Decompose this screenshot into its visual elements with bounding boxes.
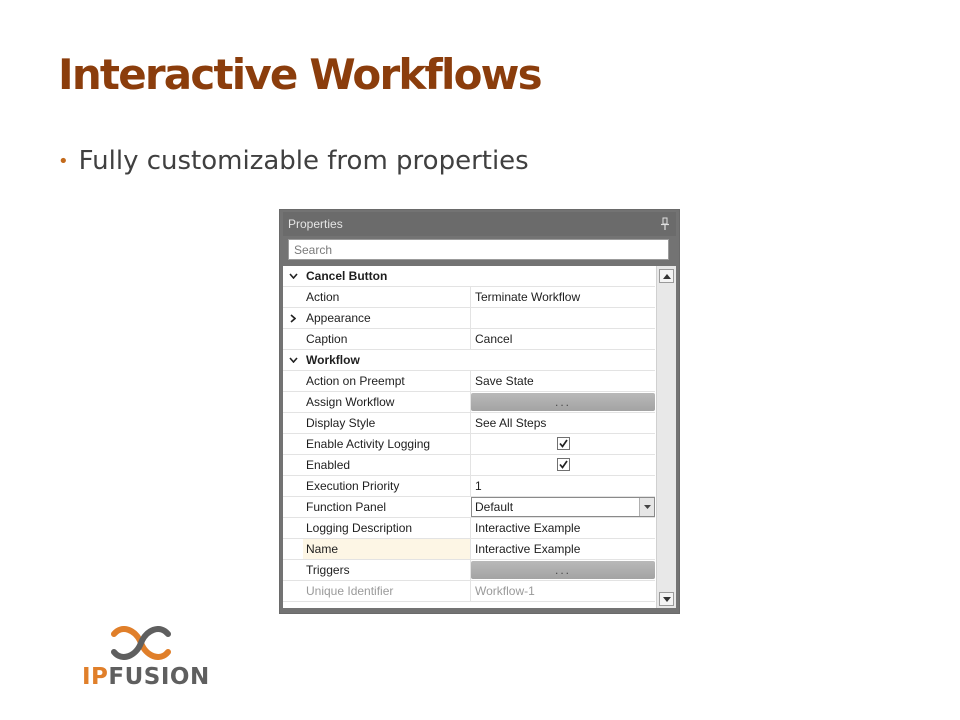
checkmark-icon — [559, 460, 568, 469]
search-input[interactable] — [288, 239, 669, 260]
chevron-down-icon[interactable] — [288, 273, 298, 279]
property-name: Triggers — [306, 563, 350, 577]
ipfusion-logo-mark — [111, 626, 171, 660]
row-indent — [283, 434, 303, 454]
panel-header: Properties — [283, 212, 676, 236]
row-indent — [283, 371, 303, 391]
value-cell[interactable]: Cancel — [470, 329, 655, 349]
pin-icon[interactable] — [660, 217, 670, 231]
property-name: Display Style — [306, 416, 376, 430]
row-indent — [283, 413, 303, 433]
property-row-action-on-preempt[interactable]: Action on Preempt Save State — [283, 371, 655, 392]
value-cell[interactable]: Interactive Example — [470, 539, 655, 559]
category-expander[interactable] — [283, 350, 303, 370]
property-grid: Cancel Button Action Terminate Workflow App… — [283, 266, 676, 608]
scroll-down-icon[interactable] — [659, 592, 674, 606]
checkbox[interactable] — [557, 458, 570, 471]
checkmark-icon — [559, 439, 568, 448]
logo-text-fusion: FUSION — [108, 664, 210, 690]
property-row-appearance[interactable]: Appearance — [283, 308, 655, 329]
property-name: Appearance — [306, 311, 371, 325]
property-name: Name — [303, 539, 470, 559]
panel-title: Properties — [288, 217, 343, 231]
bullet-text: Fully customizable from properties — [78, 146, 529, 176]
bullet-dot-icon: • — [58, 150, 69, 172]
category-expander[interactable] — [283, 266, 303, 286]
property-row-unique-identifier[interactable]: Unique Identifier Workflow-1 — [283, 581, 655, 602]
category-label: Workflow — [306, 353, 360, 367]
ellipsis-button[interactable]: ... — [471, 561, 655, 579]
property-row-function-panel[interactable]: Function Panel Default — [283, 497, 655, 518]
row-indent — [283, 497, 303, 517]
category-cancel-button[interactable]: Cancel Button — [283, 266, 655, 287]
property-row-caption[interactable]: Caption Cancel — [283, 329, 655, 350]
property-name: Function Panel — [306, 500, 387, 514]
row-indent — [283, 476, 303, 496]
row-indent — [283, 287, 303, 307]
category-workflow[interactable]: Workflow — [283, 350, 655, 371]
property-name: Unique Identifier — [306, 584, 394, 598]
dropdown-arrow-icon[interactable] — [639, 498, 654, 516]
property-row-logging-description[interactable]: Logging Description Interactive Example — [283, 518, 655, 539]
value-cell[interactable]: Terminate Workflow — [470, 287, 655, 307]
logo-text: IPFUSION — [82, 664, 210, 690]
value-cell[interactable]: Workflow-1 — [470, 581, 655, 601]
property-row-action[interactable]: Action Terminate Workflow — [283, 287, 655, 308]
value-cell[interactable]: 1 — [470, 476, 655, 496]
value-cell[interactable] — [470, 308, 655, 328]
ellipsis-button[interactable]: ... — [471, 393, 655, 411]
function-panel-dropdown[interactable]: Default — [471, 497, 655, 517]
property-name: Enabled — [306, 458, 351, 472]
property-name: Action on Preempt — [306, 374, 405, 388]
property-name: Enable Activity Logging — [306, 437, 431, 451]
property-row-assign-workflow[interactable]: Assign Workflow... — [283, 392, 655, 413]
property-name: Logging Description — [306, 521, 413, 535]
property-row-execution-priority[interactable]: Execution Priority 1 — [283, 476, 655, 497]
row-indent — [283, 581, 303, 601]
row-indent — [283, 392, 303, 412]
slide-title: Interactive Workflows — [58, 50, 543, 99]
bullet-item: • Fully customizable from properties — [58, 146, 529, 176]
property-name: Execution Priority — [306, 479, 400, 493]
checkbox[interactable] — [557, 437, 570, 450]
row-indent — [283, 518, 303, 538]
scroll-up-icon[interactable] — [659, 269, 674, 283]
value-cell[interactable]: See All Steps — [470, 413, 655, 433]
row-indent — [283, 560, 303, 580]
value-cell[interactable]: Save State — [470, 371, 655, 391]
category-label: Cancel Button — [306, 269, 388, 283]
property-row-enable-activity-logging[interactable]: Enable Activity Logging — [283, 434, 655, 455]
row-indent — [283, 539, 303, 559]
property-name: Action — [306, 290, 340, 304]
property-row-enabled[interactable]: Enabled — [283, 455, 655, 476]
property-name: Caption — [306, 332, 348, 346]
vertical-scrollbar[interactable] — [656, 266, 676, 608]
chevron-down-icon[interactable] — [288, 357, 298, 363]
property-row-triggers[interactable]: Triggers... — [283, 560, 655, 581]
logo-text-ip: IP — [82, 664, 109, 690]
properties-panel: Properties Cancel Button Action Terminate … — [279, 209, 680, 614]
value-cell[interactable]: Interactive Example — [470, 518, 655, 538]
property-row-display-style[interactable]: Display Style See All Steps — [283, 413, 655, 434]
chevron-right-icon[interactable] — [290, 313, 296, 323]
ipfusion-logo: IPFUSION — [82, 626, 209, 690]
group-expander[interactable] — [283, 308, 303, 328]
row-indent — [283, 329, 303, 349]
property-name: Assign Workflow — [306, 395, 395, 409]
dropdown-value: Default — [475, 500, 514, 514]
property-row-name[interactable]: Name Interactive Example — [283, 539, 655, 560]
row-indent — [283, 455, 303, 475]
